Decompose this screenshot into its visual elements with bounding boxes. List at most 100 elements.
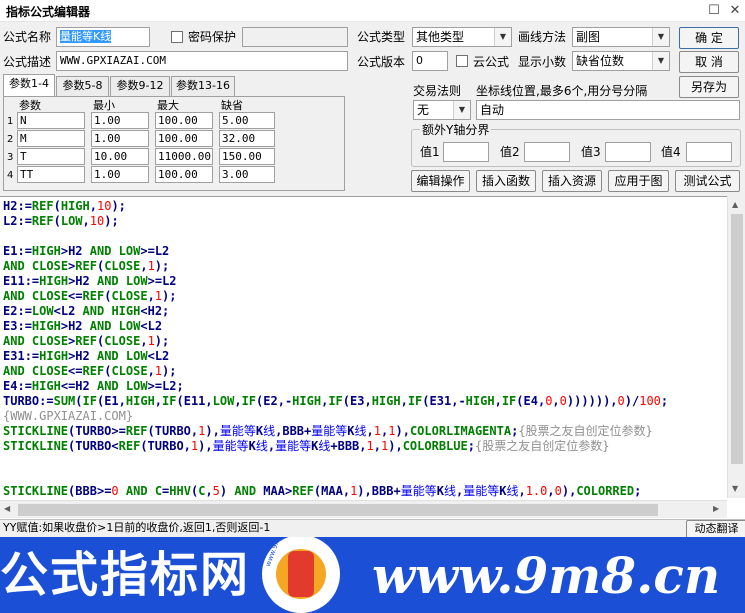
y-value-2-input[interactable] (524, 142, 570, 162)
param-row-index: 4 (7, 170, 14, 181)
test-formula-button[interactable]: 测试公式 (675, 170, 740, 192)
restore-icon[interactable]: ☐ (705, 2, 723, 20)
param-max-input[interactable]: 11000.00 (155, 148, 213, 165)
ok-button[interactable]: 确 定 (679, 27, 739, 49)
insert-resource-button[interactable]: 插入资源 (542, 170, 602, 192)
code-line[interactable]: AND CLOSE<=REF(CLOSE,1); (3, 289, 725, 304)
banner-site-text: www.9m8.cn (372, 546, 721, 605)
show-decimal-label: 显示小数 (518, 55, 567, 69)
param-default-input[interactable]: 3.00 (219, 166, 275, 183)
code-line[interactable]: STICKLINE(TURBO>=REF(TURBO,1),量能等K线,BBB+… (3, 424, 725, 439)
code-line[interactable]: AND CLOSE>REF(CLOSE,1); (3, 259, 725, 274)
window-title: 指标公式编辑器 (6, 5, 91, 19)
code-line[interactable]: AND CLOSE<=REF(CLOSE,1); (3, 364, 725, 379)
extra-y-axis-label: 额外Y轴分界 (420, 122, 492, 138)
param-name-input[interactable]: T (17, 148, 85, 165)
title-bar (0, 0, 745, 22)
code-line[interactable] (3, 469, 725, 484)
vertical-scroll-thumb[interactable] (731, 214, 743, 464)
formula-name-value: 量能等K线 (60, 30, 112, 43)
horizontal-scrollbar[interactable]: ◀ ▶ (0, 500, 727, 518)
formula-type-value: 其他类型 (416, 30, 465, 44)
draw-method-select[interactable]: 副图 ▼ (572, 27, 670, 47)
insert-function-button[interactable]: 插入函数 (476, 170, 536, 192)
y-value-1-input[interactable] (443, 142, 489, 162)
tab-params-5-8[interactable]: 参数5-8 (56, 76, 109, 96)
tab-params-9-12[interactable]: 参数9-12 (110, 76, 170, 96)
code-line[interactable]: E4:=HIGH<=H2 AND LOW>=L2; (3, 379, 725, 394)
cancel-button[interactable]: 取 消 (679, 51, 739, 73)
show-decimal-select[interactable]: 缺省位数 ▼ (572, 51, 670, 71)
code-line[interactable]: H2:=REF(HIGH,10); (3, 199, 725, 214)
horizontal-scroll-thumb[interactable] (18, 504, 658, 516)
coord-line-label: 坐标线位置,最多6个,用分号分隔 (476, 84, 648, 98)
y-value-3-input[interactable] (605, 142, 651, 162)
cloud-formula-label: 云公式 (473, 55, 510, 69)
vertical-scrollbar[interactable]: ▲ ▼ (727, 196, 745, 498)
status-bar: YY赋值:如果收盘价>1日前的收盘价,返回1,否则返回-1 动态翻译 (0, 519, 745, 540)
edit-operations-button[interactable]: 编辑操作 (411, 170, 470, 192)
param-min-input[interactable]: 1.00 (91, 112, 149, 129)
formula-name-input[interactable]: 量能等K线 (56, 27, 150, 47)
password-label: 密码保护 (188, 30, 237, 44)
code-line[interactable]: AND CLOSE>REF(CLOSE,1); (3, 334, 725, 349)
y-value-1-label: 值1 (420, 145, 440, 159)
chevron-right-icon[interactable]: ▶ (713, 504, 719, 513)
code-line[interactable]: E31:=HIGH>H2 AND LOW<L2 (3, 349, 725, 364)
code-line[interactable]: STICKLINE(BBB>=0 AND C=HHV(C,5) AND MAA>… (3, 484, 725, 499)
param-max-input[interactable]: 100.00 (155, 130, 213, 147)
formula-code-editor[interactable]: H2:=REF(HIGH,10); L2:=REF(LOW,10); E1:=HIG… (0, 196, 745, 520)
code-line[interactable]: E2:=LOW<L2 AND HIGH<H2; (3, 304, 725, 319)
status-text: YY赋值:如果收盘价>1日前的收盘价,返回1,否则返回-1 (3, 521, 271, 534)
save-as-button[interactable]: 另存为 (679, 76, 739, 98)
param-min-input[interactable]: 10.00 (91, 148, 149, 165)
code-line[interactable] (3, 454, 725, 469)
y-value-2-label: 值2 (500, 145, 520, 159)
chevron-down-icon[interactable]: ▼ (453, 101, 470, 119)
code-line[interactable]: TURBO:=SUM(IF(E1,HIGH,IF(E11,LOW,IF(E2,-… (3, 394, 725, 409)
code-line[interactable]: E11:=HIGH>H2 AND LOW>=L2 (3, 274, 725, 289)
password-input[interactable] (242, 27, 348, 47)
trade-rule-value: 无 (417, 103, 430, 117)
chevron-up-icon[interactable]: ▲ (732, 200, 738, 209)
formula-version-label: 公式版本 (357, 55, 406, 69)
param-row-index: 3 (7, 152, 14, 163)
param-name-input[interactable]: TT (17, 166, 85, 183)
param-name-input[interactable]: M (17, 130, 85, 147)
chevron-down-icon[interactable]: ▼ (494, 28, 511, 46)
code-line[interactable]: E1:=HIGH>H2 AND LOW>=L2 (3, 244, 725, 259)
chevron-down-icon[interactable]: ▼ (652, 28, 669, 46)
param-max-input[interactable]: 100.00 (155, 166, 213, 183)
close-icon[interactable]: ✕ (726, 2, 744, 20)
param-row-index: 2 (7, 134, 14, 145)
param-default-input[interactable]: 5.00 (219, 112, 275, 129)
code-line[interactable]: E3:=HIGH>H2 AND LOW<L2 (3, 319, 725, 334)
formula-version-input[interactable]: 0 (412, 51, 448, 71)
password-checkbox[interactable] (171, 31, 183, 43)
param-name-input[interactable]: N (17, 112, 85, 129)
coord-line-input[interactable]: 自动 (476, 100, 740, 120)
trade-rule-select[interactable]: 无 ▼ (413, 100, 471, 120)
param-default-input[interactable]: 150.00 (219, 148, 275, 165)
chevron-down-icon[interactable]: ▼ (652, 52, 669, 70)
code-line[interactable]: {WWW.GPXIAZAI.COM} (3, 409, 725, 424)
tab-params-13-16[interactable]: 参数13-16 (171, 76, 235, 96)
tab-params-1-4[interactable]: 参数1-4 (3, 74, 55, 97)
param-max-input[interactable]: 100.00 (155, 112, 213, 129)
formula-desc-input[interactable]: WWW.GPXIAZAI.COM (56, 51, 348, 71)
cloud-formula-checkbox[interactable] (456, 55, 468, 67)
apply-to-chart-button[interactable]: 应用于图 (608, 170, 669, 192)
code-line[interactable]: L2:=REF(LOW,10); (3, 214, 725, 229)
chevron-down-icon[interactable]: ▼ (732, 484, 738, 493)
chevron-left-icon[interactable]: ◀ (4, 504, 10, 513)
formula-type-select[interactable]: 其他类型 ▼ (412, 27, 512, 47)
y-value-4-input[interactable] (686, 142, 732, 162)
code-line[interactable] (3, 229, 725, 244)
formula-code-text[interactable]: H2:=REF(HIGH,10); L2:=REF(LOW,10); E1:=HIG… (3, 199, 725, 501)
code-line[interactable]: STICKLINE(TURBO<REF(TURBO,1),量能等K线,量能等K线… (3, 439, 725, 454)
param-min-input[interactable]: 1.00 (91, 130, 149, 147)
formula-name-label: 公式名称 (3, 30, 52, 44)
draw-method-label: 画线方法 (518, 30, 567, 44)
param-min-input[interactable]: 1.00 (91, 166, 149, 183)
param-default-input[interactable]: 32.00 (219, 130, 275, 147)
